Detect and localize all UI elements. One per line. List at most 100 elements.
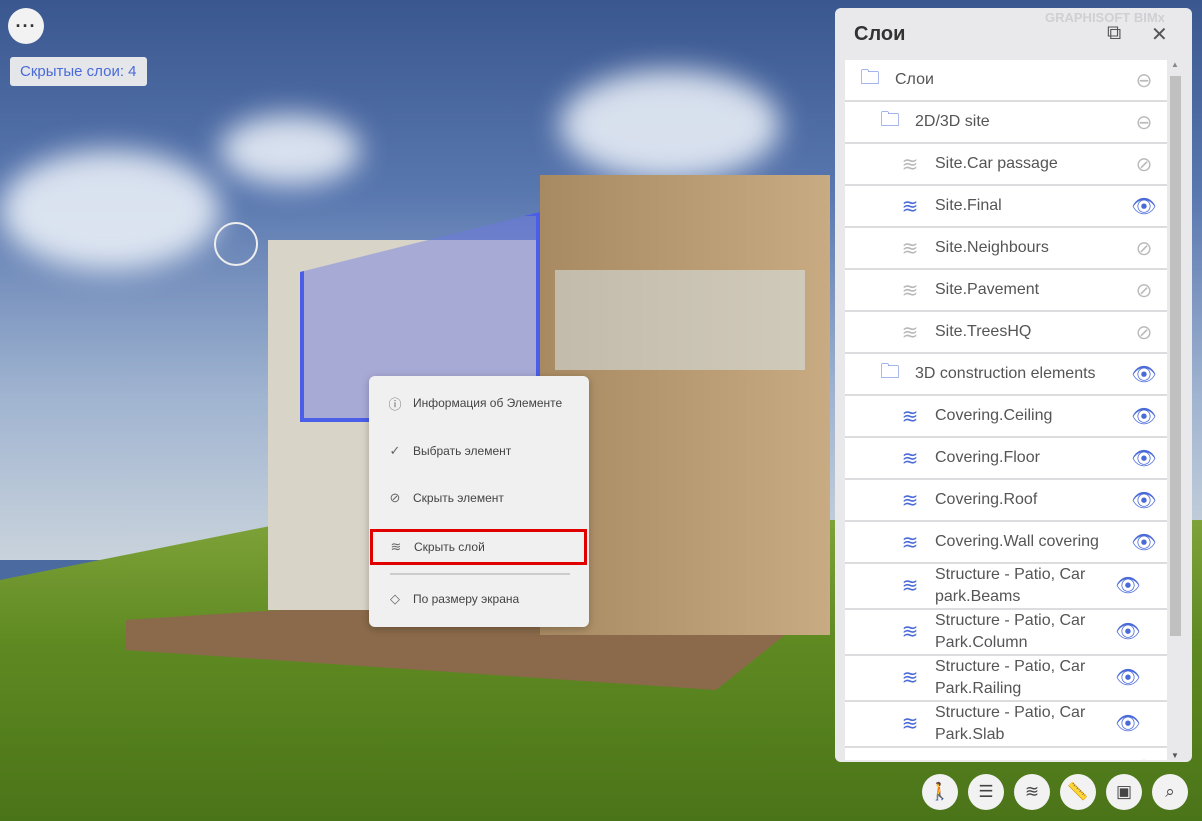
hidden-layers-badge[interactable]: Скрытые слои: 4 <box>10 57 147 86</box>
layer-icon: ≋ <box>901 153 919 176</box>
layer-name: Site.TreesHQ <box>935 323 1032 340</box>
orbit-cursor <box>214 222 258 266</box>
eye-icon[interactable]: 👁 <box>1121 488 1167 513</box>
layer-row[interactable]: ≋ Site.TreesHQ ⊘ <box>845 312 1167 354</box>
layer-name: Structure - Patio, Car park.Beams <box>935 566 1086 605</box>
layer-icon: ≋ <box>901 321 919 344</box>
layer-row[interactable]: ≋ Structure - Patio, Car Park.Slab 👁 <box>845 702 1167 748</box>
layer-icon: ≋ <box>901 237 919 260</box>
layer-icon: ≋ <box>901 405 919 428</box>
layer-icon: ≋ <box>901 575 919 597</box>
layer-name: 3D construction elements <box>915 365 1096 382</box>
layer-name: Covering.Wall covering <box>935 533 1099 550</box>
panel-title: Слои <box>854 23 906 45</box>
layer-name: Structure - Patio, Car Park.Slab <box>935 704 1086 743</box>
eye-icon[interactable]: 👁 <box>1121 404 1167 429</box>
cloud <box>560 70 780 180</box>
layers-list: 🗀 Слои ⊖ 🗀 2D/3D site ⊖ ≋ Site.Car passage ⊘ ≋ Sit… <box>845 60 1167 760</box>
eye-icon[interactable]: 👁 <box>1105 575 1151 597</box>
eye-icon[interactable]: 👁 <box>1121 756 1167 761</box>
settings-sliders-button[interactable]: ☰ <box>968 774 1004 810</box>
select-all-layers-button[interactable]: ⧉ <box>1107 22 1121 45</box>
layers-icon: ≋ <box>390 539 402 554</box>
check-circle-icon: ✓ <box>389 443 401 458</box>
layer-name: Site.Pavement <box>935 281 1040 298</box>
layer-name: Structure - Patio, Car Park.Column <box>935 612 1086 651</box>
layer-row[interactable]: ≋ Site.Final 👁 <box>845 186 1167 228</box>
menu-item-select-element[interactable]: ✓ Выбрать элемент <box>369 433 589 469</box>
layer-row[interactable]: ≋ Covering.Wall covering 👁 <box>845 522 1167 564</box>
zoom-view-button[interactable]: ⌕ <box>1152 774 1188 810</box>
layer-name: 2D/3D site <box>915 113 990 130</box>
menu-item-hide-element[interactable]: ⊘ Скрыть элемент <box>369 480 589 516</box>
menu-item-fit-screen[interactable]: ◇ По размеру экрана <box>369 581 589 617</box>
eye-icon[interactable]: 👁 <box>1121 446 1167 471</box>
layer-row[interactable]: ≋ Covering.Ceiling 👁 <box>845 396 1167 438</box>
layer-row[interactable]: 🗀 2D/3D site ⊖ <box>845 102 1167 144</box>
eye-icon[interactable]: 👁 <box>1105 713 1151 735</box>
cloud <box>220 115 360 185</box>
layer-icon: ≋ <box>901 667 919 689</box>
eye-icon[interactable]: 👁 <box>1121 530 1167 555</box>
eye-off-icon[interactable]: ⊘ <box>1121 152 1167 177</box>
folder-icon: 🗀 <box>860 67 880 89</box>
layer-row[interactable]: 🗀 Слои ⊖ <box>845 60 1167 102</box>
menu-item-element-info[interactable]: ⓘ Информация об Элементе <box>369 385 589 421</box>
layer-name: Site.Neighbours <box>935 239 1049 256</box>
layer-icon: ≋ <box>901 489 919 512</box>
eye-partial-icon[interactable]: ⊖ <box>1121 68 1167 93</box>
layer-row[interactable]: ≋ Structure - Patio, Car park.Beams 👁 <box>845 564 1167 610</box>
menu-item-hide-layer[interactable]: ≋ Скрыть слой <box>370 529 587 565</box>
more-options-button[interactable]: ··· <box>8 8 44 44</box>
layer-name: Structure - Pa... <box>935 759 1121 760</box>
layer-icon: ≋ <box>901 195 919 218</box>
layer-icon: ≋ <box>901 279 919 302</box>
layers-button[interactable]: ≋ <box>1014 774 1050 810</box>
layer-icon: ≋ <box>901 447 919 470</box>
scrollbar-thumb[interactable] <box>1170 76 1181 636</box>
layer-name: Covering.Roof <box>935 491 1038 508</box>
layer-row[interactable]: ≋ Site.Neighbours ⊘ <box>845 228 1167 270</box>
eye-off-icon[interactable]: ⊘ <box>1121 278 1167 303</box>
layer-row[interactable]: ≋ Structure - Patio, Car Park.Railing 👁 <box>845 656 1167 702</box>
layer-icon: ≋ <box>893 756 927 761</box>
ruler-button[interactable]: 📏 <box>1060 774 1096 810</box>
bimx-logo: GRAPHISOFT BIMx <box>1045 10 1165 25</box>
layer-row[interactable]: ≋ Site.Car passage ⊘ <box>845 144 1167 186</box>
folder-icon: 🗀 <box>880 361 900 383</box>
layer-name: Covering.Floor <box>935 449 1040 466</box>
eye-off-icon[interactable]: ⊘ <box>1121 320 1167 345</box>
layer-name: Covering.Ceiling <box>935 407 1053 424</box>
layer-row[interactable]: 🗀 3D construction elements 👁 <box>845 354 1167 396</box>
layer-row[interactable]: ≋ Covering.Floor 👁 <box>845 438 1167 480</box>
close-icon[interactable]: ✕ <box>1151 22 1168 47</box>
layer-icon: ≋ <box>901 621 919 643</box>
menu-divider <box>390 573 570 575</box>
glass-railing <box>555 270 805 370</box>
eye-icon[interactable]: 👁 <box>1105 621 1151 643</box>
layer-row[interactable]: ≋ Site.Pavement ⊘ <box>845 270 1167 312</box>
layer-name: Site.Final <box>935 197 1002 214</box>
layer-row[interactable]: ≋ Structure - Pa...👁 <box>845 748 1167 760</box>
eye-icon[interactable]: 👁 <box>1121 362 1167 387</box>
eye-off-icon: ⊘ <box>389 490 401 505</box>
scrollbar[interactable]: ▲ ▼ <box>1168 60 1182 760</box>
folder-icon: 🗀 <box>880 109 900 131</box>
fit-screen-icon: ◇ <box>390 591 400 606</box>
layer-row[interactable]: ≋ Covering.Roof 👁 <box>845 480 1167 522</box>
layer-name: Site.Car passage <box>935 155 1058 172</box>
context-menu: ⓘ Информация об Элементе ✓ Выбрать элемент… <box>369 376 589 627</box>
eye-icon[interactable]: 👁 <box>1105 667 1151 689</box>
eye-off-icon[interactable]: ⊘ <box>1121 236 1167 261</box>
layers-panel: GRAPHISOFT BIMx Слои ⧉ ✕ 🗀 Слои ⊖ 🗀 2D/3D si… <box>835 8 1192 762</box>
split-view-button[interactable]: ▣ <box>1106 774 1142 810</box>
cloud <box>0 150 220 270</box>
info-icon: ⓘ <box>388 396 402 412</box>
layer-icon: ≋ <box>901 713 919 735</box>
walk-button[interactable]: 🚶 <box>922 774 958 810</box>
layer-row[interactable]: ≋ Structure - Patio, Car Park.Column 👁 <box>845 610 1167 656</box>
eye-partial-icon[interactable]: ⊖ <box>1121 110 1167 135</box>
eye-icon[interactable]: 👁 <box>1121 194 1167 219</box>
layer-icon: ≋ <box>901 531 919 554</box>
layer-name: Слои <box>895 71 934 88</box>
